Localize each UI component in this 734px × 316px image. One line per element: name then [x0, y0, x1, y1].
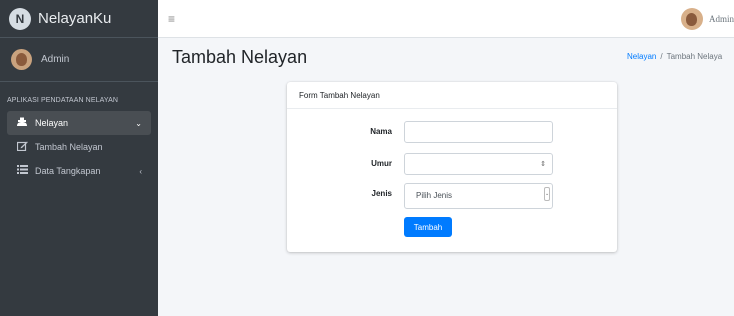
chevron-left-icon: ‹ [139, 166, 142, 176]
top-navbar: ≡ Admin [158, 0, 734, 38]
sidebar-item-label: Nelayan [35, 118, 69, 128]
list-icon [15, 165, 29, 177]
select-caret-icon: ⌄ [544, 187, 550, 201]
sidebar-item-label: Tambah Nelayan [35, 142, 103, 152]
umur-row: Umur ⇕ [287, 153, 617, 175]
brand-name: NelayanKu [38, 10, 112, 27]
tambah-button[interactable]: Tambah [404, 217, 452, 237]
umur-input[interactable]: ⇕ [404, 153, 553, 175]
jenis-row: Jenis Pilih Jenis ⌄ [287, 183, 617, 209]
user-secret-icon [15, 117, 29, 130]
nama-label: Nama [370, 127, 392, 136]
top-avatar [680, 8, 703, 30]
card-title: Form Tambah Nelayan [287, 82, 617, 109]
sidebar-item-nelayan[interactable]: Nelayan ⌄ [7, 111, 151, 135]
breadcrumb-link-nelayan[interactable]: Nelayan [627, 52, 656, 61]
sidebar-item-tambah-nelayan[interactable]: Tambah Nelayan [7, 135, 151, 159]
user-panel[interactable]: Admin [0, 38, 158, 82]
jenis-label: Jenis [371, 189, 392, 198]
umur-label: Umur [371, 159, 392, 168]
brand-logo: N [9, 7, 31, 30]
jenis-selected-value: Pilih Jenis [416, 191, 453, 200]
nama-row: Nama [287, 121, 617, 143]
user-avatar [11, 49, 32, 70]
chevron-down-icon: ⌄ [135, 118, 142, 128]
edit-icon [15, 141, 29, 154]
spinner-icon[interactable]: ⇕ [540, 160, 546, 168]
sidebar-user-name[interactable]: Admin [41, 54, 69, 65]
page-title: Tambah Nelayan [172, 47, 308, 67]
breadcrumb-current: Tambah Nelaya [666, 52, 723, 61]
sidebar-item-label: Data Tangkapan [35, 166, 101, 176]
breadcrumb: Nelayan / Tambah Nelaya [627, 52, 722, 61]
menu-icon[interactable]: ≡ [168, 12, 175, 26]
jenis-select[interactable]: Pilih Jenis ⌄ [404, 183, 553, 209]
nav-header: APLIKASI PENDATAAN NELAYAN [7, 97, 119, 104]
top-user-name[interactable]: Admin [709, 14, 734, 24]
brand-link[interactable]: N NelayanKu [0, 0, 158, 38]
sidebar-item-data-tangkapan[interactable]: Data Tangkapan ‹ [7, 159, 151, 183]
sidebar: N NelayanKu Admin APLIKASI PENDATAAN NEL… [0, 0, 158, 316]
top-user-menu[interactable]: Admin [680, 8, 734, 30]
nama-input[interactable] [404, 121, 553, 143]
form-card: Form Tambah Nelayan Nama Umur ⇕ Jenis Pi… [287, 82, 617, 252]
breadcrumb-separator: / [660, 52, 663, 61]
